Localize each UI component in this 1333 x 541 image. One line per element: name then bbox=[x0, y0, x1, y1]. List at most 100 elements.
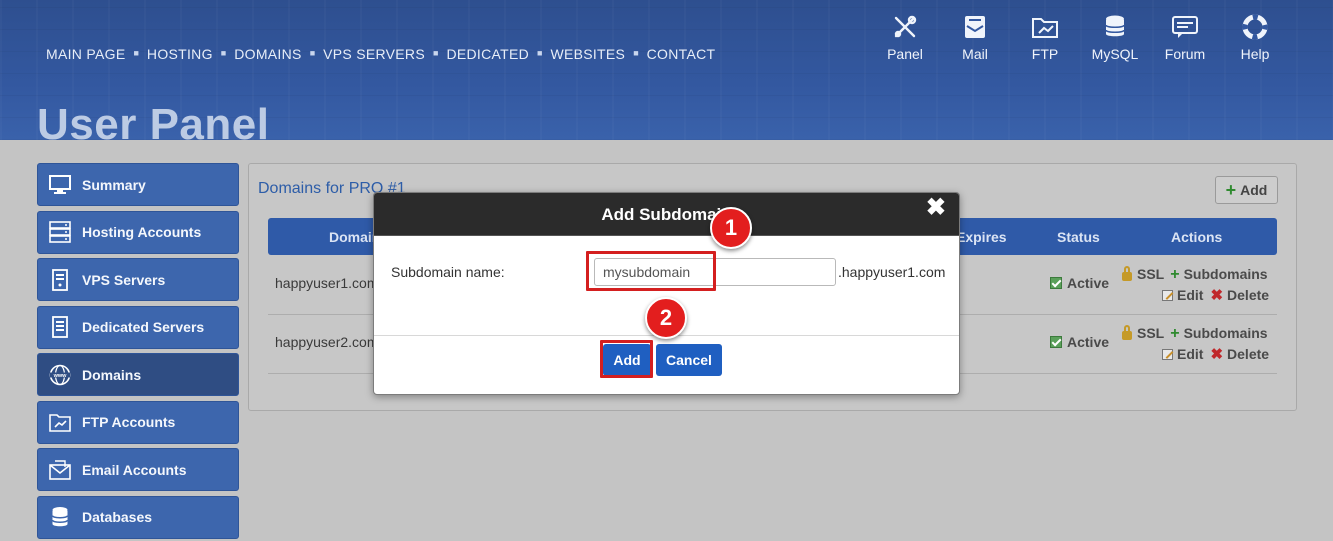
nav-separator: ■ bbox=[633, 48, 639, 58]
subdomains-link[interactable]: Subdomains bbox=[1184, 264, 1268, 285]
tool-label: MySQL bbox=[1091, 46, 1139, 62]
tool-panel[interactable]: Panel bbox=[870, 14, 940, 62]
ftp-folder-icon bbox=[1010, 14, 1080, 40]
column-header-expires: Expires bbox=[956, 229, 1007, 245]
sidebar-item-email-accounts[interactable]: Email Accounts bbox=[37, 448, 239, 491]
row-actions: SSL + Subdomains Edit ✖ Delete bbox=[1122, 264, 1269, 306]
domain-name: happyuser1.com bbox=[275, 275, 379, 291]
tool-mysql[interactable]: MySQL bbox=[1080, 14, 1150, 62]
sidebar-item-label: Databases bbox=[82, 509, 153, 525]
monitor-icon bbox=[48, 174, 72, 196]
tool-label: Panel bbox=[887, 46, 923, 62]
step-marker-2: 2 bbox=[645, 297, 687, 339]
add-button[interactable]: Add bbox=[603, 344, 651, 376]
tool-ftp[interactable]: FTP bbox=[1010, 14, 1080, 62]
sidebar-item-databases[interactable]: Databases bbox=[37, 495, 239, 539]
check-icon bbox=[1050, 336, 1062, 348]
status-badge: Active bbox=[1050, 275, 1109, 291]
sidebar-item-label: Summary bbox=[82, 176, 146, 193]
sidebar-item-label: Hosting Accounts bbox=[82, 224, 202, 240]
nav-separator: ■ bbox=[309, 48, 316, 58]
vps-icon bbox=[48, 268, 72, 291]
nav-domains[interactable]: DOMAINS bbox=[234, 46, 301, 62]
nav-websites[interactable]: WEBSITES bbox=[550, 46, 625, 62]
sidebar-item-vps-servers[interactable]: VPS Servers bbox=[37, 258, 239, 301]
sidebar-item-summary[interactable]: Summary bbox=[37, 163, 239, 206]
sidebar-item-label: VPS Servers bbox=[82, 271, 166, 288]
nav-separator: ■ bbox=[220, 48, 227, 58]
lifebuoy-icon bbox=[1220, 14, 1290, 40]
dialog-title: Add Subdomain bbox=[601, 205, 732, 224]
add-subdomain-dialog: Add Subdomain ✖ Subdomain name: .happyus… bbox=[373, 192, 960, 395]
edit-icon bbox=[1162, 290, 1173, 301]
tool-label: FTP bbox=[1031, 46, 1059, 62]
server-icon bbox=[48, 221, 72, 243]
column-header-status: Status bbox=[1057, 229, 1100, 245]
tools-icon bbox=[870, 14, 940, 40]
tool-label: Forum bbox=[1164, 46, 1206, 62]
sidebar-item-dedicated-servers[interactable]: Dedicated Servers bbox=[37, 305, 239, 349]
nav-separator: ■ bbox=[433, 48, 439, 58]
sidebar-item-label: Dedicated Servers bbox=[82, 319, 205, 335]
sidebar-item-label: FTP Accounts bbox=[82, 414, 176, 430]
tool-forum[interactable]: Forum bbox=[1150, 14, 1220, 62]
dedicated-server-icon bbox=[48, 316, 72, 338]
step-marker-1: 1 bbox=[710, 207, 752, 249]
edit-link[interactable]: Edit bbox=[1177, 285, 1203, 306]
lock-icon bbox=[1122, 325, 1132, 340]
plus-icon: + bbox=[1170, 266, 1180, 283]
domain-name: happyuser2.com bbox=[275, 334, 379, 350]
database-icon bbox=[1080, 14, 1150, 40]
sidebar-item-label: Domains bbox=[82, 366, 142, 383]
add-domain-label: Add bbox=[1240, 182, 1268, 198]
sidebar-item-ftp-accounts[interactable]: FTP Accounts bbox=[37, 400, 239, 444]
lock-icon bbox=[1122, 266, 1132, 281]
delete-icon: ✖ bbox=[1210, 287, 1224, 304]
ssl-link[interactable]: SSL bbox=[1137, 323, 1164, 344]
site-header: MAIN PAGE ■ HOSTING ■ DOMAINS ■ VPS SERV… bbox=[0, 0, 1333, 140]
nav-vps-servers[interactable]: VPS SERVERS bbox=[323, 46, 425, 62]
add-domain-button[interactable]: + Add bbox=[1215, 176, 1278, 204]
tool-label: Help bbox=[1240, 46, 1270, 62]
nav-separator: ■ bbox=[133, 48, 139, 58]
www-globe-icon: www bbox=[48, 364, 72, 386]
sidebar-item-hosting-accounts[interactable]: Hosting Accounts bbox=[37, 210, 239, 254]
plus-icon: + bbox=[1170, 325, 1180, 342]
close-icon[interactable]: ✖ bbox=[926, 195, 946, 221]
edit-link[interactable]: Edit bbox=[1177, 344, 1203, 365]
mail-icon bbox=[940, 14, 1010, 40]
edit-icon bbox=[1162, 349, 1173, 360]
delete-link[interactable]: Delete bbox=[1227, 285, 1269, 306]
quick-tools: Panel Mail FTP MySQL Forum Help bbox=[870, 14, 1290, 62]
sidebar-item-label: Email Accounts bbox=[82, 461, 187, 478]
subdomain-name-label: Subdomain name: bbox=[391, 264, 505, 280]
delete-link[interactable]: Delete bbox=[1227, 344, 1269, 365]
tool-label: Mail bbox=[962, 46, 988, 62]
tool-mail[interactable]: Mail bbox=[940, 14, 1010, 62]
status-text: Active bbox=[1067, 275, 1110, 291]
nav-contact[interactable]: CONTACT bbox=[647, 46, 716, 62]
cancel-button[interactable]: Cancel bbox=[656, 344, 722, 376]
subdomains-link[interactable]: Subdomains bbox=[1184, 323, 1268, 344]
status-text: Active bbox=[1067, 334, 1110, 350]
tool-help[interactable]: Help bbox=[1220, 14, 1290, 62]
database-icon bbox=[48, 506, 72, 528]
status-badge: Active bbox=[1050, 334, 1109, 350]
sidebar: Summary Hosting Accounts VPS Servers Ded… bbox=[37, 163, 239, 541]
dialog-header: Add Subdomain ✖ bbox=[374, 193, 959, 236]
sidebar-item-domains[interactable]: www Domains bbox=[37, 353, 239, 396]
nav-main-page[interactable]: MAIN PAGE bbox=[46, 46, 125, 62]
chat-icon bbox=[1150, 14, 1220, 40]
nav-dedicated[interactable]: DEDICATED bbox=[446, 46, 529, 62]
dialog-footer: Add Cancel bbox=[374, 335, 959, 394]
svg-text:www: www bbox=[53, 373, 68, 379]
row-actions: SSL + Subdomains Edit ✖ Delete bbox=[1122, 323, 1269, 365]
email-icon bbox=[48, 459, 72, 481]
subdomain-name-input[interactable] bbox=[594, 258, 836, 286]
ftp-folder-icon bbox=[48, 411, 72, 433]
check-icon bbox=[1050, 277, 1062, 289]
domain-suffix: .happyuser1.com bbox=[838, 264, 946, 280]
ssl-link[interactable]: SSL bbox=[1137, 264, 1164, 285]
delete-icon: ✖ bbox=[1210, 346, 1224, 363]
nav-hosting[interactable]: HOSTING bbox=[147, 46, 213, 62]
